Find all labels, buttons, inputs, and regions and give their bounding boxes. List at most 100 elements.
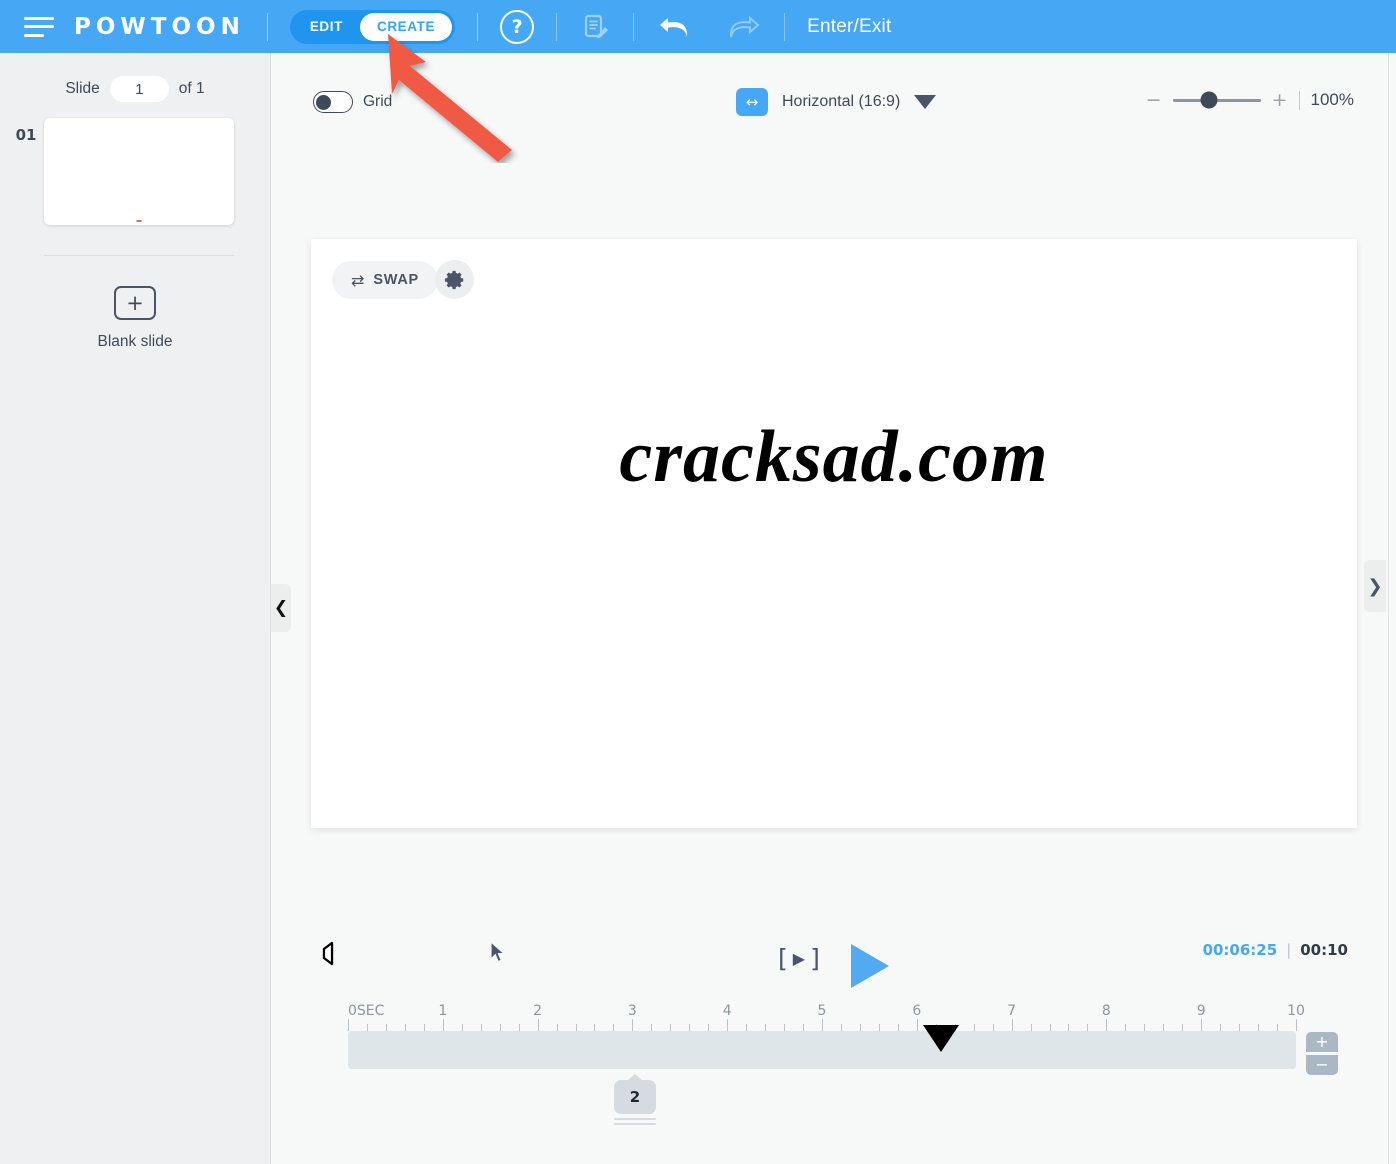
ruler-tick-major <box>916 1019 918 1031</box>
time-separator: | <box>1286 941 1292 959</box>
ruler-tick-major <box>632 1019 634 1031</box>
speaker-icon[interactable] <box>318 938 344 973</box>
scene-line <box>614 1123 656 1125</box>
chevron-left-icon[interactable]: ❮ <box>271 584 291 632</box>
enter-exit-label[interactable]: Enter/Exit <box>807 16 891 38</box>
slide-canvas[interactable]: ⇄ SWAP cracksad.com <box>311 239 1357 828</box>
scene-line <box>614 1118 656 1120</box>
scene-marker[interactable]: 2 <box>614 1080 656 1125</box>
ruler-label: 9 <box>1196 1003 1206 1019</box>
gear-icon[interactable] <box>435 260 474 299</box>
toolbar-divider <box>266 12 268 41</box>
slide-thumbnail[interactable] <box>44 118 234 225</box>
slide-thumbnail-number: 01 <box>15 126 37 144</box>
orientation-selector[interactable]: ↔ Horizontal (16:9) <box>736 88 937 116</box>
ruler-tick-minor <box>480 1024 482 1031</box>
ruler-tick-minor <box>859 1024 861 1031</box>
help-icon[interactable]: ? <box>500 9 535 44</box>
tab-create[interactable]: CREATE <box>359 12 453 41</box>
zoom-slider-knob[interactable] <box>1200 91 1218 109</box>
ruler-label: 4 <box>722 1003 732 1019</box>
tab-edit[interactable]: EDIT <box>293 13 360 41</box>
ruler-tick-major <box>822 1019 823 1031</box>
toolbar-divider <box>477 12 479 41</box>
ruler-tick-major <box>1011 1019 1013 1031</box>
grid-label: Grid <box>363 93 393 110</box>
timecode-display: 00:06:25 | 00:10 <box>1203 941 1348 959</box>
bracket-close: ] <box>810 944 820 973</box>
ruler-label: 8 <box>1101 1003 1111 1019</box>
orientation-label: Horizontal (16:9) <box>782 93 901 110</box>
ruler-tick-minor <box>1182 1024 1184 1031</box>
toggle-knob <box>316 94 331 110</box>
ruler-tick-minor <box>518 1024 520 1031</box>
current-time: 00:06:25 <box>1202 941 1278 959</box>
timeline-playhead[interactable] <box>922 1025 959 1052</box>
zoom-out-button[interactable]: − <box>1146 90 1162 110</box>
redo-arrow-icon[interactable] <box>722 10 762 44</box>
ruler-tick-minor <box>765 1024 767 1031</box>
ruler-tick-minor <box>594 1024 596 1031</box>
ruler-tick-minor <box>1030 1024 1032 1031</box>
timeline-ruler[interactable]: 0SEC 1 2 3 4 5 6 7 8 9 10 <box>348 1003 1305 1031</box>
timeline-track[interactable] <box>348 1031 1296 1069</box>
ruler-tick-minor <box>1239 1024 1241 1031</box>
hamburger-menu-icon[interactable] <box>24 16 54 37</box>
mouse-pointer-icon[interactable] <box>487 940 509 971</box>
zoom-slider[interactable] <box>1172 91 1261 109</box>
zoom-divider <box>1298 90 1300 110</box>
timeline-zoom-out-button[interactable]: − <box>1306 1055 1338 1075</box>
slide-thumbnail-row[interactable]: 01 <box>0 118 270 225</box>
right-edge-strip <box>1388 53 1396 1164</box>
undo-arrow-icon[interactable] <box>656 10 696 44</box>
ruler-tick-minor <box>784 1024 786 1031</box>
zoom-control: − + 100% <box>1146 90 1354 110</box>
play-slide-icon: ▶ <box>792 950 806 968</box>
ruler-label: 6 <box>912 1003 922 1019</box>
ruler-tick-minor <box>385 1024 387 1031</box>
ruler-label: 5 <box>817 1003 827 1019</box>
horizontal-arrows-icon[interactable]: ↔ <box>736 88 768 116</box>
ruler-tick-major <box>727 1019 729 1031</box>
chevron-down-icon[interactable] <box>914 95 937 109</box>
timeline: 0SEC 1 2 3 4 5 6 7 8 9 10 <box>348 1003 1305 1069</box>
ruler-tick-minor <box>1087 1024 1089 1031</box>
add-slide-button[interactable]: + <box>114 286 156 320</box>
document-edit-icon[interactable] <box>579 11 611 43</box>
ruler-tick-minor <box>1258 1024 1260 1031</box>
ruler-tick-major <box>537 1019 539 1031</box>
panel-divider <box>44 255 234 256</box>
timeline-zoom-in-button[interactable]: + <box>1306 1032 1338 1052</box>
slide-total-label: of 1 <box>178 80 205 97</box>
zoom-value: 100% <box>1310 90 1354 109</box>
swap-button[interactable]: ⇄ SWAP <box>332 261 438 299</box>
grid-toggle[interactable] <box>313 91 353 113</box>
thumbnail-marker <box>136 220 142 222</box>
ruler-tick-minor <box>575 1024 577 1031</box>
slides-panel: Slide of 1 01 + Blank slide <box>0 53 271 1164</box>
play-slide-button[interactable]: [ ▶ ] <box>778 944 820 973</box>
ruler-tick-major <box>442 1019 444 1031</box>
ruler-tick-minor <box>803 1024 805 1031</box>
mode-segmented-control: EDIT CREATE <box>289 9 456 44</box>
ruler-tick-minor <box>689 1024 691 1031</box>
ruler-tick-major <box>1296 1019 1297 1031</box>
ruler-tick-minor <box>1068 1024 1070 1031</box>
ruler-tick-minor <box>1277 1024 1279 1031</box>
canvas-text-object[interactable]: cracksad.com <box>311 415 1357 500</box>
play-button[interactable] <box>845 940 893 997</box>
ruler-tick-major <box>1106 1019 1108 1031</box>
hamburger-line <box>24 25 54 28</box>
ruler-label: 1 <box>438 1003 448 1019</box>
scene-marker-lines <box>614 1118 656 1125</box>
swap-icon: ⇄ <box>351 270 365 290</box>
zoom-in-button[interactable]: + <box>1272 90 1288 110</box>
slide-counter: Slide of 1 <box>0 53 270 102</box>
slide-number-input[interactable] <box>109 76 169 102</box>
toolbar-divider <box>633 12 635 41</box>
chevron-right-icon[interactable]: ❯ <box>1364 560 1386 612</box>
ruler-tick-minor <box>708 1024 710 1031</box>
ruler-tick-minor <box>404 1024 406 1031</box>
timeline-zoom-controls: + − <box>1306 1032 1338 1075</box>
ruler-tick-minor <box>992 1024 994 1031</box>
